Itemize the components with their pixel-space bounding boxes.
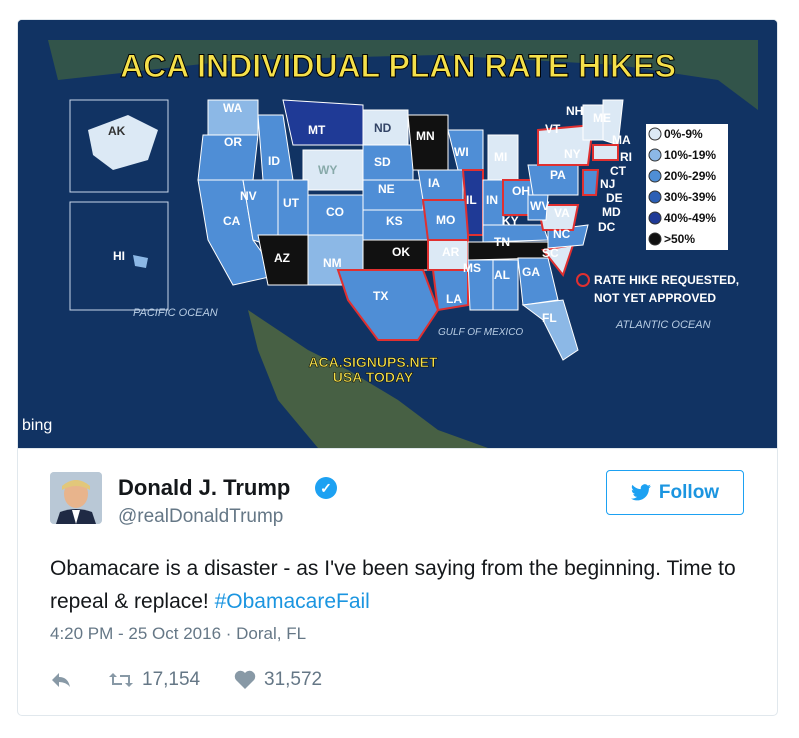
svg-text:AR: AR	[442, 245, 460, 259]
svg-text:CO: CO	[326, 205, 344, 219]
twitter-bird-icon	[630, 484, 651, 501]
svg-text:WA: WA	[223, 101, 243, 115]
pending-legend-line-1: RATE HIKE REQUESTED,	[594, 273, 739, 287]
reply-icon	[52, 673, 70, 687]
pacific-label: PACIFIC OCEAN	[133, 307, 218, 319]
svg-text:AZ: AZ	[274, 251, 290, 265]
retweet-icon	[109, 673, 133, 687]
legend-label: 20%-29%	[664, 169, 716, 183]
svg-text:LA: LA	[446, 292, 462, 306]
svg-text:IA: IA	[428, 176, 440, 190]
legend-label: 10%-19%	[664, 148, 716, 162]
svg-text:IL: IL	[466, 193, 477, 207]
svg-text:OK: OK	[392, 245, 410, 259]
svg-text:AL: AL	[494, 268, 510, 282]
retweet-button[interactable]: 17,154	[108, 669, 234, 691]
svg-text:OR: OR	[224, 135, 242, 149]
svg-text:TX: TX	[373, 289, 388, 303]
legend-swatch	[648, 127, 662, 141]
heart-icon	[234, 670, 256, 689]
atlantic-label: ATLANTIC OCEAN	[615, 319, 711, 331]
svg-text:DC: DC	[598, 220, 616, 234]
svg-text:NE: NE	[378, 182, 395, 196]
legend-swatch	[648, 211, 662, 225]
svg-text:UT: UT	[283, 196, 300, 210]
svg-text:FL: FL	[542, 311, 557, 325]
svg-text:TN: TN	[494, 235, 510, 249]
tweet-media-image[interactable]: WA OR CA NV ID MT WY UT AZ CO NM ND SD NE KS OK TX M…	[18, 20, 777, 448]
svg-text:OH: OH	[512, 184, 530, 198]
svg-text:NH: NH	[566, 104, 583, 118]
svg-text:SC: SC	[542, 246, 559, 260]
svg-text:MT: MT	[308, 123, 326, 137]
svg-text:PA: PA	[550, 168, 566, 182]
verified-badge-icon: ✓	[315, 477, 337, 499]
tweet-card: WA OR CA NV ID MT WY UT AZ CO NM ND SD NE KS OK TX M…	[17, 19, 778, 716]
svg-text:IN: IN	[486, 193, 498, 207]
svg-text:NV: NV	[240, 189, 257, 203]
legend-swatch	[648, 148, 662, 162]
legend-label: 30%-39%	[664, 190, 716, 204]
source-line-2: USA TODAY	[333, 369, 414, 385]
gulf-label: GULF OF MEXICO	[438, 327, 523, 338]
legend-swatch	[648, 190, 662, 204]
author-name[interactable]: Donald J. Trump	[118, 475, 290, 501]
svg-text:MN: MN	[416, 129, 435, 143]
svg-text:NM: NM	[323, 256, 342, 270]
reply-button[interactable]	[50, 671, 108, 689]
follow-label: Follow	[658, 481, 720, 503]
svg-text:DE: DE	[606, 191, 623, 205]
svg-text:MO: MO	[436, 213, 455, 227]
legend-swatch	[648, 232, 662, 246]
svg-text:NY: NY	[564, 147, 581, 161]
legend-label: 40%-49%	[664, 211, 716, 225]
svg-text:NC: NC	[553, 227, 571, 241]
legend-label: >50%	[664, 232, 695, 246]
svg-text:MS: MS	[463, 261, 481, 275]
map-title: ACA INDIVIDUAL PLAN RATE HIKES	[120, 48, 676, 84]
svg-text:VA: VA	[554, 206, 570, 220]
source-line-1: ACA.SIGNUPS.NET	[308, 354, 438, 370]
svg-text:RI: RI	[620, 150, 632, 164]
svg-text:SD: SD	[374, 155, 391, 169]
avatar[interactable]	[50, 472, 102, 524]
svg-text:GA: GA	[522, 265, 540, 279]
svg-text:CT: CT	[610, 164, 627, 178]
svg-text:MD: MD	[602, 205, 621, 219]
svg-text:WY: WY	[318, 163, 337, 177]
bing-watermark: bing	[22, 417, 52, 434]
tweet-actions: 17,154 31,572	[50, 666, 322, 694]
retweet-count: 17,154	[142, 669, 201, 690]
legend-swatch	[648, 169, 662, 183]
like-count: 31,572	[264, 669, 323, 690]
svg-text:KY: KY	[502, 214, 519, 228]
svg-text:CA: CA	[223, 214, 241, 228]
svg-text:KS: KS	[386, 214, 403, 228]
media-divider	[18, 448, 777, 449]
svg-text:ID: ID	[268, 154, 280, 168]
hashtag-link[interactable]: #ObamacareFail	[215, 590, 370, 613]
pending-legend-line-2: NOT YET APPROVED	[594, 291, 716, 305]
svg-text:MI: MI	[494, 150, 507, 164]
svg-text:VT: VT	[545, 122, 561, 136]
rate-hike-map: WA OR CA NV ID MT WY UT AZ CO NM ND SD NE KS OK TX M…	[18, 20, 777, 448]
svg-text:ME: ME	[593, 111, 611, 125]
tweet-text: Obamacare is a disaster - as I've been s…	[50, 552, 740, 618]
svg-text:WV: WV	[530, 199, 549, 213]
author-handle[interactable]: @realDonaldTrump	[118, 506, 283, 528]
svg-text:MA: MA	[612, 133, 631, 147]
svg-text:ND: ND	[374, 121, 392, 135]
svg-text:AK: AK	[108, 124, 126, 138]
svg-text:NJ: NJ	[600, 177, 615, 191]
svg-text:HI: HI	[113, 249, 125, 263]
tweet-body: Obamacare is a disaster - as I've been s…	[50, 557, 736, 613]
follow-button[interactable]: Follow	[606, 470, 744, 515]
legend-label: 0%-9%	[664, 127, 703, 141]
map-legend: 0%-9% 10%-19% 20%-29% 30%-39% 40%-49% >50%	[646, 124, 728, 250]
svg-text:WI: WI	[454, 145, 469, 159]
like-button[interactable]: 31,572	[234, 669, 322, 691]
tweet-timestamp[interactable]: 4:20 PM - 25 Oct 2016 · Doral, FL	[50, 624, 306, 644]
